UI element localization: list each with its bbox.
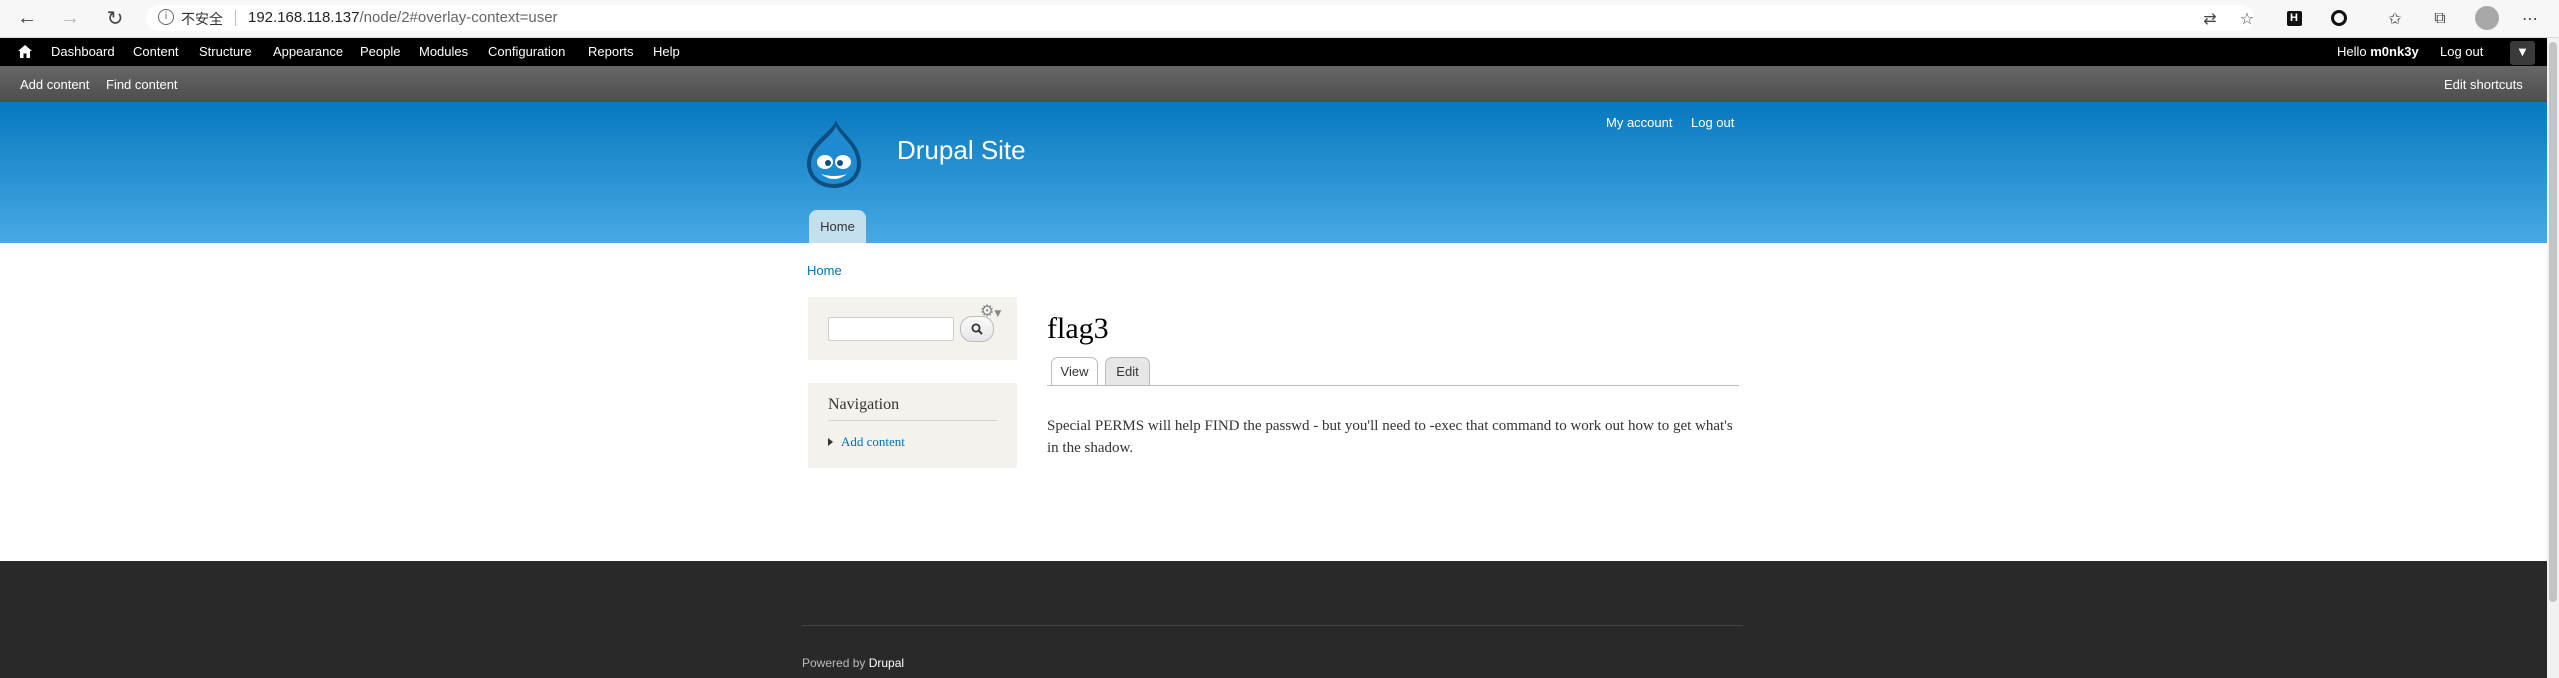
navigation-divider — [828, 420, 997, 421]
toolbar-dashboard[interactable]: Dashboard — [51, 44, 115, 59]
drupal-logo[interactable] — [803, 118, 865, 190]
drupal-link[interactable]: Drupal — [869, 656, 904, 670]
collections-icon[interactable]: ⧉ — [2430, 8, 2450, 28]
url-path: /node/2#overlay-context=user — [359, 9, 558, 26]
gear-dropdown-icon: ▼ — [994, 309, 1002, 319]
translate-icon[interactable]: ⇄ — [2200, 8, 2220, 28]
shortcuts-bar — [0, 66, 2547, 102]
info-icon[interactable]: i — [158, 9, 174, 25]
tab-edit[interactable]: Edit — [1105, 357, 1150, 386]
profile-avatar[interactable] — [2475, 6, 2499, 30]
home-icon[interactable] — [18, 45, 32, 58]
search-icon — [971, 323, 983, 335]
username: m0nk3y — [2370, 44, 2419, 59]
nav-add-content-link[interactable]: Add content — [841, 434, 905, 450]
breadcrumb[interactable]: Home — [807, 263, 842, 278]
page-title: flag3 — [1047, 312, 1109, 345]
url-host: 192.168.118.137 — [248, 9, 360, 26]
node-body: Special PERMS will help FIND the passwd … — [1047, 418, 1733, 456]
powered-by: Powered by Drupal — [802, 656, 904, 670]
bullet-arrow-icon — [828, 438, 833, 446]
extension-h-icon[interactable]: H — [2284, 8, 2304, 28]
shortcut-add-content[interactable]: Add content — [20, 77, 89, 92]
url-divider — [235, 10, 236, 26]
user-greeting[interactable]: Hello m0nk3y — [2337, 44, 2419, 59]
toolbar-configuration[interactable]: Configuration — [488, 44, 565, 59]
edit-shortcuts-link[interactable]: Edit shortcuts — [2444, 77, 2523, 92]
navigation-title: Navigation — [828, 396, 900, 413]
back-icon[interactable]: ← — [14, 5, 40, 31]
site-footer — [0, 561, 2547, 678]
triangle-down-icon: ▼ — [2518, 47, 2527, 58]
toolbar-structure[interactable]: Structure — [199, 44, 252, 59]
main-menu-home[interactable]: Home — [809, 210, 866, 243]
tabs-divider — [1047, 385, 1739, 386]
security-label[interactable]: 不安全 — [181, 9, 223, 29]
extension-circle-icon[interactable] — [2329, 8, 2349, 28]
toolbar-content[interactable]: Content — [133, 44, 179, 59]
reload-icon[interactable]: ↻ — [102, 5, 128, 31]
toolbar-drawer-toggle[interactable]: ▼ — [2510, 41, 2535, 65]
site-header — [0, 102, 2547, 243]
tab-view[interactable]: View — [1051, 357, 1098, 386]
shortcut-find-content[interactable]: Find content — [106, 77, 178, 92]
toolbar-modules[interactable]: Modules — [419, 44, 468, 59]
toolbar-help[interactable]: Help — [653, 44, 680, 59]
toolbar-logout[interactable]: Log out — [2440, 44, 2483, 59]
favorites-icon[interactable]: ✩ — [2385, 8, 2405, 28]
toolbar-people[interactable]: People — [360, 44, 400, 59]
site-name[interactable]: Drupal Site — [897, 135, 1026, 166]
logout-link[interactable]: Log out — [1691, 115, 1734, 130]
footer-divider — [802, 625, 1743, 626]
search-input[interactable] — [828, 317, 954, 341]
my-account-link[interactable]: My account — [1606, 115, 1672, 130]
favorite-star-icon[interactable]: ☆ — [2237, 8, 2257, 28]
search-button[interactable] — [960, 316, 994, 342]
powered-by-label: Powered by — [802, 656, 866, 670]
toolbar-appearance[interactable]: Appearance — [273, 44, 343, 59]
scrollbar-thumb[interactable] — [2549, 42, 2557, 602]
more-menu-icon[interactable]: ⋯ — [2520, 8, 2540, 28]
forward-icon[interactable]: → — [57, 5, 83, 31]
toolbar-reports[interactable]: Reports — [588, 44, 634, 59]
greeting-label: Hello — [2337, 44, 2367, 59]
url-text[interactable]: 192.168.118.137/node/2#overlay-context=u… — [248, 9, 558, 26]
